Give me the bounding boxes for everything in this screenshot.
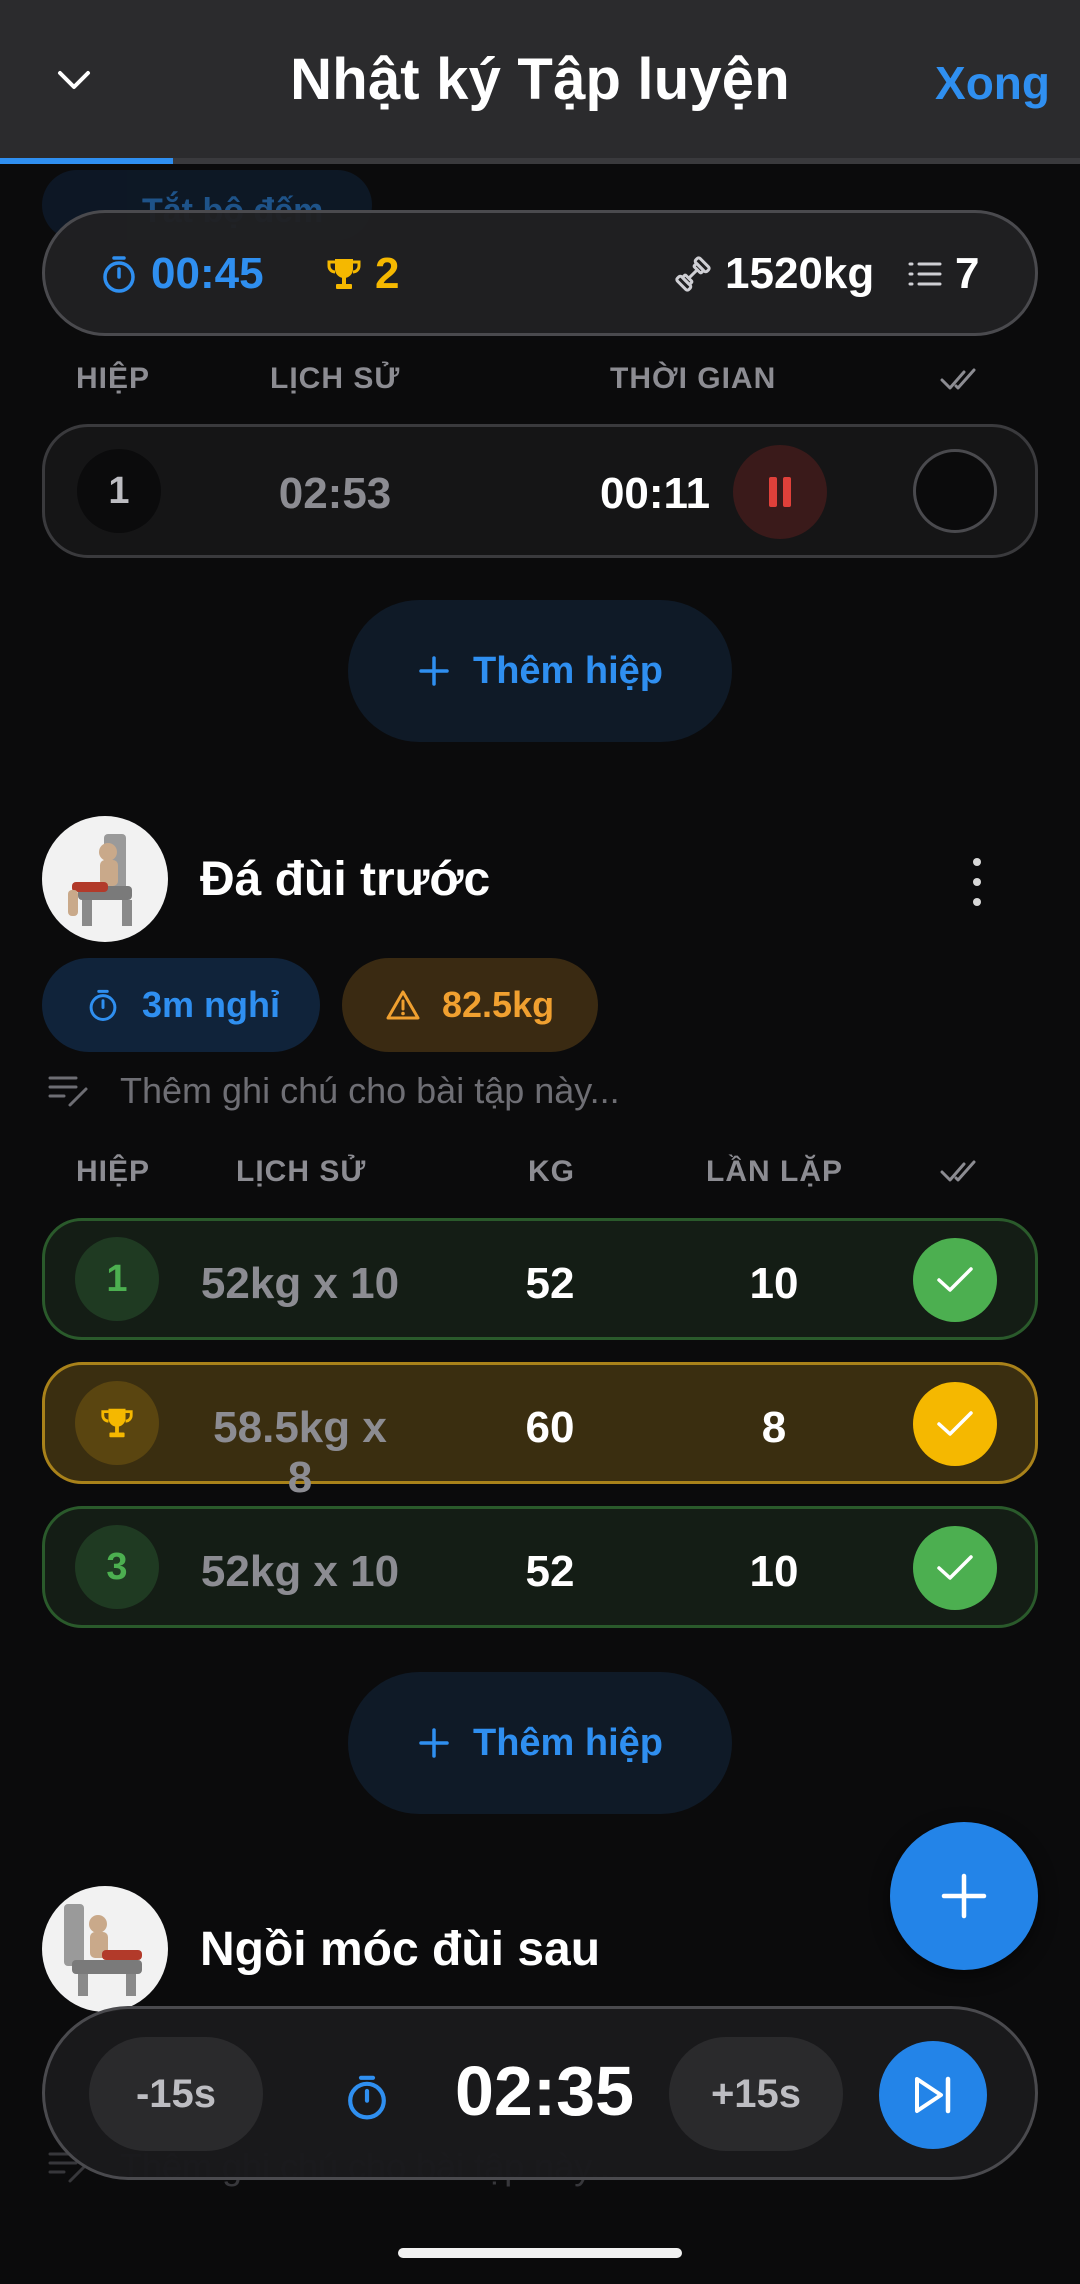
set-history: 52kg x 10: [200, 1547, 400, 1596]
set-number: 1: [75, 1237, 159, 1321]
set-reps[interactable]: 8: [699, 1403, 849, 1453]
exercise-title[interactable]: Ngồi móc đùi sau: [200, 1922, 600, 1977]
col-header-history: LỊCH SỬ: [270, 362, 401, 395]
page-title: Nhật ký Tập luyện: [290, 47, 790, 112]
set-weight[interactable]: 52: [475, 1547, 625, 1597]
note-edit-icon: [48, 1076, 88, 1107]
set-complete-check[interactable]: [913, 1382, 997, 1466]
plus-icon: [419, 1728, 449, 1758]
add-set-label: Thêm hiệp: [472, 1721, 664, 1764]
sets-value: 7: [955, 249, 980, 298]
set-row[interactable]: 1 52kg x 10 52 10: [42, 1218, 1038, 1340]
leg-extension-machine-image: [68, 834, 132, 926]
skip-rest-button[interactable]: [879, 2041, 987, 2149]
workout-progress-fill: [0, 158, 173, 164]
col-header-set: HIỆP: [76, 1155, 151, 1188]
dumbbell-icon: [675, 256, 711, 292]
set-number: 1: [77, 449, 161, 533]
exercise-note-field[interactable]: Thêm ghi chú cho bài tập này...: [48, 1070, 620, 1112]
workout-stats-bar: 00:45 2 1520kg 7: [42, 210, 1038, 336]
add-set-button[interactable]: Thêm hiệp: [348, 600, 732, 742]
set-complete-check[interactable]: [913, 1238, 997, 1322]
set-row[interactable]: 3 52kg x 10 52 10: [42, 1506, 1038, 1628]
check-icon: [937, 1555, 973, 1580]
rest-time-value: 02:35: [455, 2052, 635, 2130]
trophy-icon: [101, 1408, 133, 1438]
workout-progress-bar: [0, 158, 1080, 164]
timed-set-row: 1 02:53 00:11: [42, 424, 1038, 558]
set-history: 02:53: [278, 469, 392, 518]
add-exercise-fab[interactable]: [890, 1822, 1038, 1970]
col-header-time: THỜI GIAN: [610, 362, 777, 395]
volume-stat: 1520kg: [673, 249, 874, 299]
rest-time-chip[interactable]: 3m nghỉ: [42, 958, 320, 1052]
sets-stat: 7: [907, 249, 979, 299]
plus-15s-button[interactable]: +15s: [669, 2037, 843, 2151]
rest-timer-bar: -15s 02:35 +15s: [42, 2006, 1038, 2180]
weight-warning-label: 82.5kg: [442, 984, 555, 1025]
pause-button[interactable]: [733, 445, 827, 539]
stopwatch-icon: [89, 989, 117, 1021]
set-reps[interactable]: 10: [699, 1259, 849, 1309]
double-check-icon: [940, 368, 976, 390]
note-placeholder: Thêm ghi chú cho bài tập này...: [120, 1070, 620, 1111]
set-weight[interactable]: 52: [475, 1259, 625, 1309]
weight-warning-chip[interactable]: 82.5kg: [342, 958, 598, 1052]
check-icon: [937, 1267, 973, 1292]
pause-icon: [769, 477, 791, 507]
leg-curl-machine-image: [64, 1904, 142, 1996]
plus-icon: [941, 1873, 987, 1919]
trophy-icon: [327, 259, 361, 289]
volume-value: 1520kg: [725, 249, 875, 298]
duration-value: 00:45: [151, 249, 264, 298]
list-icon: [908, 262, 942, 286]
skip-next-icon: [915, 2076, 951, 2114]
col-header-set: HIỆP: [76, 362, 151, 395]
done-button[interactable]: Xong: [935, 56, 1050, 110]
add-set-label: Thêm hiệp: [472, 649, 664, 692]
set-reps[interactable]: 10: [699, 1547, 849, 1597]
minus-15s-button[interactable]: -15s: [89, 2037, 263, 2151]
stopwatch-icon: [103, 256, 135, 293]
set-history: 58.5kg x 8: [213, 1403, 387, 1502]
exercise-menu-icon[interactable]: [970, 858, 984, 918]
plus-icon: [419, 656, 449, 686]
duration-stat: 00:45: [99, 249, 264, 299]
home-indicator: [398, 2248, 682, 2258]
complete-set-checkbox[interactable]: [913, 449, 997, 533]
col-header-kg: KG: [528, 1155, 575, 1188]
set-timer: 00:11: [599, 469, 711, 518]
record-badge: [75, 1381, 159, 1465]
set-weight[interactable]: 60: [475, 1403, 625, 1453]
warning-icon: [386, 990, 420, 1020]
records-stat: 2: [325, 249, 399, 299]
col-header-reps: LẦN LẶP: [706, 1155, 843, 1188]
add-set-button[interactable]: Thêm hiệp: [348, 1672, 732, 1814]
col-header-history: LỊCH SỬ: [236, 1155, 367, 1188]
stopwatch-icon: [348, 2075, 386, 2120]
exercise-thumbnail[interactable]: [42, 816, 168, 942]
exercise-thumbnail[interactable]: [42, 1886, 168, 2012]
app-header: Nhật ký Tập luyện Xong: [0, 0, 1080, 158]
exercise-title[interactable]: Đá đùi trước: [200, 852, 490, 907]
set-number: 3: [75, 1525, 159, 1609]
set-row-record[interactable]: 58.5kg x 8 60 8: [42, 1362, 1038, 1502]
records-value: 2: [375, 249, 400, 298]
check-icon: [937, 1411, 973, 1436]
set-complete-check[interactable]: [913, 1526, 997, 1610]
double-check-icon: [940, 1160, 976, 1182]
set-history: 52kg x 10: [200, 1259, 400, 1308]
rest-time-label: 3m nghỉ: [142, 984, 281, 1025]
